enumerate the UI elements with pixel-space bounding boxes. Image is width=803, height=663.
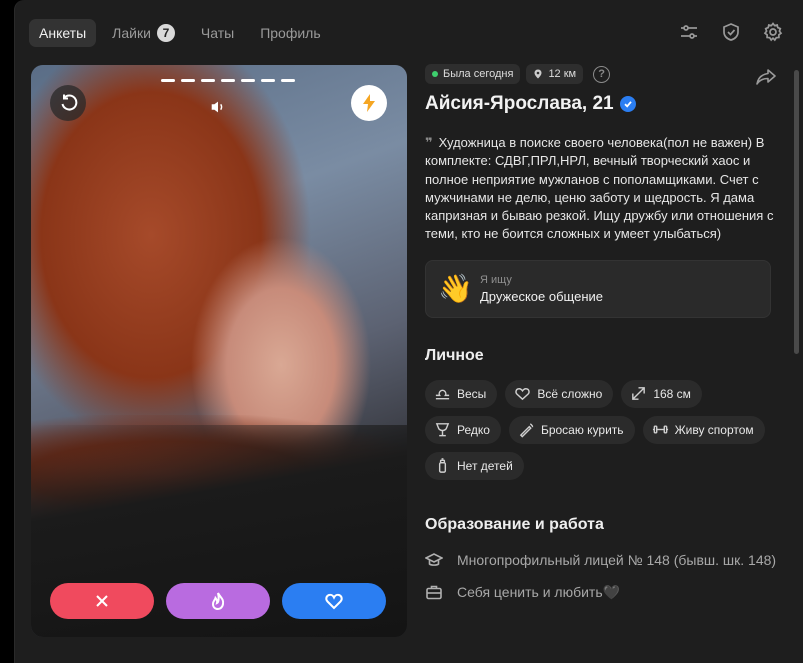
undo-button[interactable]	[50, 85, 86, 121]
profile-photo[interactable]	[31, 65, 407, 637]
profile-name-row: Айсия-Ярослава, 21	[425, 93, 785, 115]
tab-label: Профиль	[260, 25, 321, 41]
chip-height: 168 см	[621, 379, 702, 408]
distance-badge: 12 км	[526, 64, 584, 84]
libra-icon	[435, 389, 450, 400]
chip-label: 168 см	[653, 386, 691, 401]
tab-likes[interactable]: Лайки 7	[102, 19, 185, 47]
chip-label: Живу спортом	[674, 422, 754, 437]
chip-label: Бросаю курить	[540, 422, 624, 437]
close-icon	[96, 595, 108, 607]
personal-section-title: Личное	[425, 346, 484, 364]
school-text: Многопрофильный лицей № 148 (бывш. шк. 1…	[457, 551, 777, 568]
personal-chips: Весы Всё сложно 168 см Редко Бросаю кури…	[425, 379, 765, 480]
status-text: Была сегодня	[443, 68, 514, 80]
shield-icon[interactable]	[721, 22, 741, 42]
photo-progress-segment[interactable]	[161, 79, 175, 82]
likes-count-badge: 7	[156, 24, 175, 42]
sound-icon[interactable]	[209, 98, 227, 116]
briefcase-icon	[426, 585, 442, 600]
dislike-button[interactable]	[50, 583, 154, 619]
glass-icon	[435, 423, 450, 437]
photo-progress-segment[interactable]	[241, 79, 255, 82]
share-icon[interactable]	[755, 66, 777, 88]
location-pin-icon	[534, 69, 542, 79]
profile-name: Айсия-Ярослава, 21	[425, 93, 614, 114]
education-section-title: Образование и работа	[425, 515, 604, 533]
tab-label: Лайки	[112, 25, 151, 41]
tab-profile[interactable]: Профиль	[250, 19, 330, 47]
dumbbell-icon	[652, 425, 668, 434]
chip-children: Нет детей	[425, 451, 524, 480]
swipe-actions	[50, 583, 386, 619]
tab-profiles[interactable]: Анкеты	[29, 19, 97, 47]
waving-hand-icon: 👋	[438, 273, 473, 305]
undo-icon	[61, 94, 78, 111]
profile-info: Была сегодня 12 км ? Айсия-Ярослава, 21 …	[425, 64, 785, 602]
photo-progress-segment[interactable]	[221, 79, 235, 82]
main-tabs: Анкеты Лайки 7 Чаты Профиль	[29, 19, 331, 47]
app-window: Анкеты Лайки 7 Чаты Профиль Была сегодня…	[14, 0, 803, 663]
chip-label: Редко	[457, 422, 490, 437]
chip-zodiac: Весы	[425, 379, 498, 408]
education-work-row: Себя ценить и любить🖤	[425, 582, 785, 602]
verified-icon	[619, 96, 636, 112]
photo-progress-segment[interactable]	[201, 79, 215, 82]
photo-progress-segment[interactable]	[261, 79, 275, 82]
superlike-button[interactable]	[166, 583, 270, 619]
chip-alcohol: Редко	[425, 415, 501, 444]
chip-relationship: Всё сложно	[505, 379, 614, 408]
work-text: Себя ценить и любить🖤	[457, 583, 621, 600]
graduation-cap-icon	[425, 552, 443, 566]
like-button[interactable]	[282, 583, 386, 619]
lightning-icon	[363, 94, 375, 112]
profile-bio: ❞ Художница в поиске своего человека(пол …	[425, 134, 785, 244]
looking-for-label: Я ищу	[480, 273, 512, 286]
photo-progress-segment[interactable]	[281, 79, 295, 82]
education-school-row: Многопрофильный лицей № 148 (бывш. шк. 1…	[425, 550, 785, 570]
quote-icon: ❞	[425, 135, 433, 150]
distance-text: 12 км	[548, 68, 577, 80]
looking-for-value: Дружеское общение	[480, 288, 603, 304]
chip-smoking: Бросаю курить	[508, 415, 635, 444]
top-actions	[679, 22, 783, 42]
chip-sport: Живу спортом	[642, 415, 765, 444]
online-dot-icon	[432, 71, 438, 77]
profile-meta: Была сегодня 12 км ?	[425, 64, 785, 84]
looking-for-card: 👋 Я ищу Дружеское общение	[425, 259, 771, 318]
heart-outline-icon	[515, 388, 531, 401]
tab-label: Анкеты	[39, 25, 87, 41]
photo-progress-bars	[161, 79, 295, 82]
height-icon	[632, 387, 646, 401]
gear-icon[interactable]	[763, 22, 783, 42]
tab-label: Чаты	[200, 25, 235, 41]
chip-label: Нет детей	[457, 458, 513, 473]
bio-text: Художница в поиске своего человека(пол н…	[425, 135, 774, 242]
fire-icon	[211, 592, 225, 611]
boost-button[interactable]	[351, 85, 387, 121]
heart-icon	[325, 593, 343, 610]
chip-label: Всё сложно	[537, 386, 603, 401]
online-status-badge: Была сегодня	[425, 64, 521, 84]
photo-progress-segment[interactable]	[181, 79, 195, 82]
scrollbar[interactable]	[794, 70, 799, 354]
chip-label: Весы	[457, 386, 487, 401]
cigarette-icon	[519, 423, 534, 438]
tab-chats[interactable]: Чаты	[191, 19, 244, 47]
top-bar: Анкеты Лайки 7 Чаты Профиль	[15, 0, 803, 64]
help-icon[interactable]: ?	[593, 65, 611, 83]
filters-icon[interactable]	[679, 22, 699, 42]
bottle-icon	[438, 458, 447, 474]
